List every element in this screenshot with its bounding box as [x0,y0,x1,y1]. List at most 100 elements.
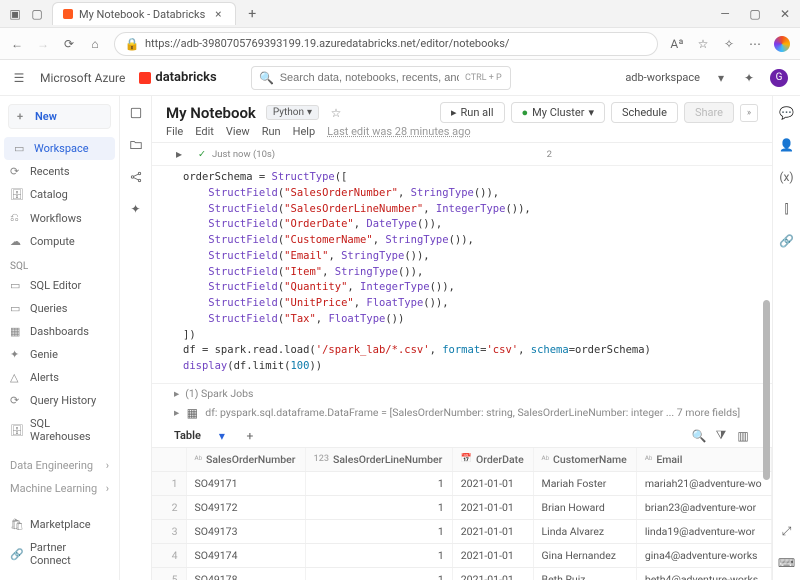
menu-view[interactable]: View [226,125,250,138]
column-header[interactable]: ᴬᵇSalesOrderNumber [186,448,305,472]
column-header[interactable]: ᴬᵇCustomerName [533,448,636,472]
sidebar-item-catalog[interactable]: 🗄Catalog [0,183,119,206]
notebook-title[interactable]: My Notebook [166,104,256,122]
hamburger-icon[interactable]: ☰ [12,71,26,85]
collapse-panel-button[interactable]: » [740,104,758,122]
link-icon[interactable]: 🔗 [780,234,794,248]
columns-icon[interactable]: ▥ [736,429,750,443]
table-row[interactable]: 3SO4917312021-01-01Linda Alvarezlinda19@… [152,519,772,543]
avatar[interactable]: G [770,69,788,87]
sidebar-item-partner-connect[interactable]: 🔗Partner Connect [0,536,119,572]
more-icon[interactable]: ⋯ [748,37,762,51]
nav-icon: ⟳ [10,165,22,178]
menu-run[interactable]: Run [262,125,281,138]
code-cell[interactable]: orderSchema = StructType([ StructField("… [152,166,772,383]
maximize-icon[interactable]: ▢ [748,7,762,21]
column-header[interactable]: ᴬᵇEmail [636,448,771,472]
table-row[interactable]: 4SO4917412021-01-01Gina Hernandezgina4@a… [152,543,772,567]
variable-icon[interactable]: (x) [780,170,794,184]
spark-jobs-toggle[interactable]: ▸ (1) Spark Jobs [152,383,772,403]
browser-tab[interactable]: My Notebook - Databricks × [52,2,236,25]
add-tab-icon[interactable]: + [243,429,257,443]
share-button[interactable]: Share [684,102,734,123]
dataframe-info[interactable]: ▸ ▦ df: pyspark.sql.dataframe.DataFrame … [152,403,772,423]
output-table-wrap[interactable]: ᴬᵇSalesOrderNumber123SalesOrderLineNumbe… [152,447,772,580]
assistant-icon[interactable]: ✦ [742,71,756,85]
menu-help[interactable]: Help [293,125,316,138]
filter-icon[interactable]: ⧩ [714,429,728,443]
section-data-engineering[interactable]: Data Engineering› [0,454,119,477]
column-header[interactable]: 123SalesOrderLineNumber [305,448,452,472]
chevron-down-icon[interactable]: ▾ [215,429,229,443]
sidebar-item-sql-editor[interactable]: ▭SQL Editor [0,274,119,297]
chat-icon[interactable]: 💬 [780,106,794,120]
tab-table[interactable]: Table [174,429,201,442]
chevron-right-icon: › [106,482,109,495]
favorite-icon[interactable]: ☆ [696,37,710,51]
refresh-icon[interactable]: ⟳ [62,37,76,51]
user-icon[interactable]: 👤 [780,138,794,152]
sidebar-item-compute[interactable]: ☁Compute [0,230,119,253]
sidebar-item-marketplace[interactable]: 🛍Marketplace [0,513,119,536]
global-search[interactable]: 🔍 CTRL + P [251,66,511,90]
plus-icon: + [17,110,29,123]
search-input[interactable] [280,72,459,84]
sidebar-item-alerts[interactable]: △Alerts [0,366,119,389]
minimize-icon[interactable]: — [718,7,732,21]
share-icon[interactable] [129,170,143,184]
column-header[interactable]: 📅OrderDate [452,448,533,472]
table-row[interactable]: 2SO4917212021-01-01Brian Howardbrian23@a… [152,495,772,519]
reader-icon[interactable]: Aª [670,37,684,51]
cluster-selector[interactable]: ●My Cluster▾ [511,102,605,123]
folder-icon[interactable] [129,138,143,152]
menu-file[interactable]: File [166,125,183,138]
close-icon[interactable]: × [211,7,225,21]
panel-icon[interactable]: ▣ [8,7,22,21]
chevron-down-icon[interactable]: ▾ [714,71,728,85]
search-table-icon[interactable]: 🔍 [692,429,706,443]
new-button[interactable]: + New [8,104,111,129]
menu-edit[interactable]: Edit [195,125,214,138]
keyboard-icon[interactable]: ⌨ [780,556,794,570]
tabs-icon[interactable]: ▢ [30,7,44,21]
sidebar-item-workspace[interactable]: ▭Workspace [4,137,115,160]
home-icon[interactable]: ⌂ [88,37,102,51]
sidebar-item-queries[interactable]: ▭Queries [0,297,119,320]
language-chip[interactable]: Python▾ [266,105,319,120]
new-tab-button[interactable]: + [242,6,262,22]
nav-icon: ▭ [10,302,22,315]
section-machine-learning[interactable]: Machine Learning› [0,477,119,500]
star-icon[interactable]: ☆ [329,106,343,120]
sidebar-item-sql-warehouses[interactable]: 🗄SQL Warehouses [0,412,119,448]
sidebar-item-dashboards[interactable]: ▦Dashboards [0,320,119,343]
scrollbar-thumb[interactable] [763,300,770,480]
last-edit-label[interactable]: Last edit was 28 minutes ago [327,125,470,138]
back-icon[interactable]: ← [10,37,24,51]
copilot-icon[interactable] [774,36,790,52]
sparkle-icon[interactable]: ✦ [129,202,143,216]
sidebar-item-workflows[interactable]: ⎌Workflows [0,206,119,230]
table-row[interactable]: 5SO4917812021-01-01Beth Ruizbeth4@advent… [152,567,772,580]
workspace-switcher[interactable]: adb-workspace [625,71,700,84]
file-icon[interactable] [129,106,143,120]
schedule-button[interactable]: Schedule [611,102,678,123]
run-all-button[interactable]: ▸Run all [440,102,505,123]
run-cell-button[interactable]: ▸ [172,147,186,161]
check-icon: ✓ [198,149,206,160]
sidebar-item-query-history[interactable]: ⟳Query History [0,389,119,412]
chart-icon[interactable]: ⫿ [780,202,794,216]
nav-icon: △ [10,371,22,384]
nav-icon: 🗄 [10,424,22,437]
chevron-right-icon: ▸ [174,406,179,419]
sidebar-item-genie[interactable]: ✦Genie [0,343,119,366]
main-content: My Notebook Python▾ ☆ ▸Run all ●My Clust… [152,96,772,580]
close-window-icon[interactable]: ✕ [778,7,792,21]
extensions-icon[interactable]: ✧ [722,37,736,51]
sidebar-item-recents[interactable]: ⟳Recents [0,160,119,183]
url-input[interactable]: 🔒 https://adb-3980705769393199.19.azured… [114,32,658,56]
table-row[interactable]: 1SO4917112021-01-01Mariah Fostermariah21… [152,471,772,495]
brand[interactable]: databricks [139,70,216,85]
nav-icon: ▭ [10,279,22,292]
expand-icon[interactable]: ⤢ [780,524,794,538]
forward-icon[interactable]: → [36,37,50,51]
